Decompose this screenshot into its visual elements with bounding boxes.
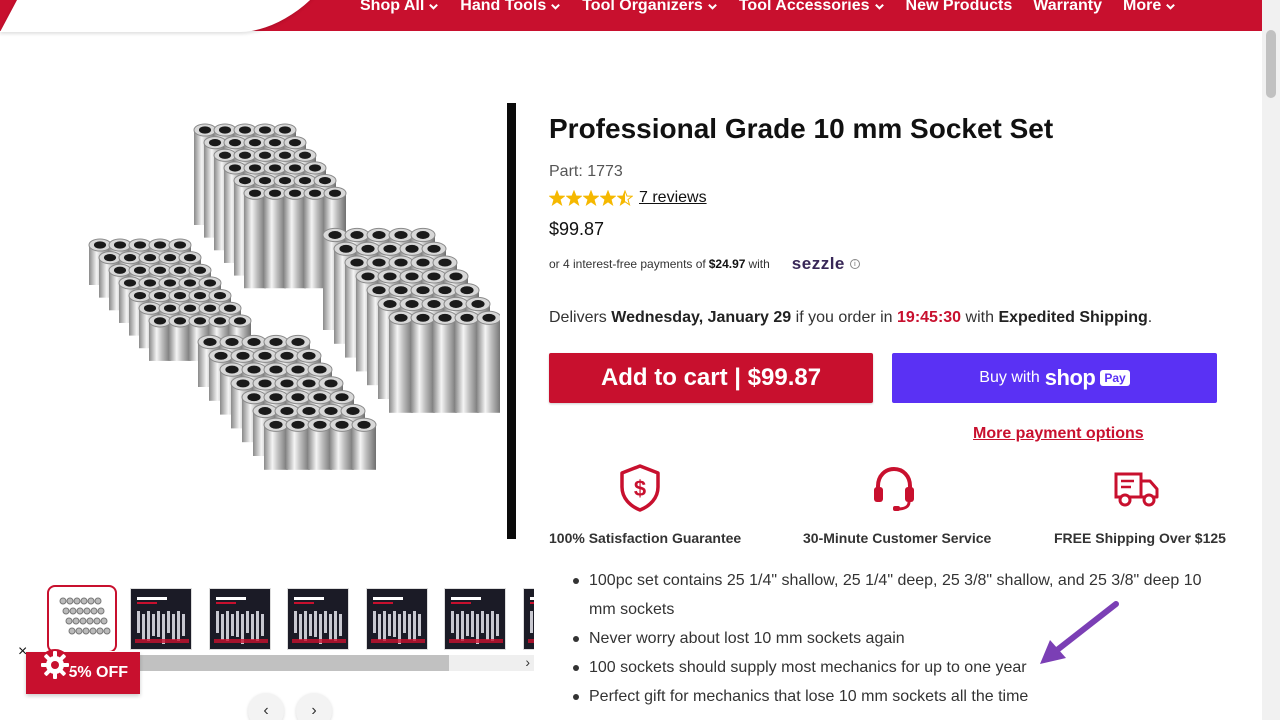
gear-icon[interactable] [38, 648, 72, 682]
product-rating: 7 reviews [549, 189, 707, 207]
nav-item-hand-tools[interactable]: Hand Tools [460, 0, 561, 15]
delivery-estimate: Delivers Wednesday, January 29 if you or… [549, 309, 1152, 327]
shop-pay-button[interactable]: Buy with shop Pay [892, 353, 1217, 403]
chevron-down-icon [874, 3, 884, 10]
nav-label: New Products [905, 0, 1013, 14]
part-number: Part: 1773 [549, 163, 623, 180]
delivery-mid: if you order in [795, 309, 893, 326]
delivery-method: Expedited Shipping [998, 309, 1148, 326]
chevron-down-icon [1166, 3, 1176, 10]
delivery-countdown: 19:45:30 [897, 309, 962, 326]
delivery-date: Wednesday, January 29 [611, 309, 792, 326]
logo-area[interactable] [0, 0, 339, 32]
feature-satisfaction: $ 100% Satisfaction Guarantee [549, 463, 742, 546]
product-page: Shop All Hand Tools Tool Organizers Tool… [0, 0, 1280, 720]
top-navbar: Shop All Hand Tools Tool Organizers Tool… [0, 0, 1262, 32]
shop-logo: shop [1044, 365, 1096, 390]
annotation-arrow-icon [1040, 601, 1119, 664]
svg-text:$: $ [634, 476, 646, 501]
product-title: Professional Grade 10 mm Socket Set [549, 113, 1054, 144]
sezzle-logo[interactable]: sezzle [792, 254, 845, 274]
gallery-thumbnail[interactable] [365, 588, 428, 650]
nav-label: Hand Tools [460, 0, 547, 14]
delivery-with: with [965, 309, 994, 326]
chevron-right-icon[interactable]: › [525, 654, 530, 670]
buy-with-label: Buy with [979, 369, 1040, 386]
nav-label: Tool Organizers [582, 0, 703, 14]
gallery-thumbnail[interactable] [130, 588, 192, 650]
nav-label: Warranty [1033, 0, 1102, 14]
shield-dollar-icon: $ [620, 464, 660, 512]
nav-item-tool-accessories[interactable]: Tool Accessories [739, 0, 885, 15]
installments-prefix: or 4 interest-free payments of [549, 257, 706, 271]
gallery-thumbnail[interactable] [287, 588, 349, 650]
nav-item-more[interactable]: More [1123, 0, 1176, 15]
chevron-down-icon [707, 3, 717, 10]
gallery-prev-button[interactable]: ‹ [248, 693, 284, 720]
feature-customer-service: 30-Minute Customer Service [803, 463, 992, 546]
gallery-next-button[interactable]: › [296, 693, 332, 720]
gallery-thumbnail[interactable] [444, 588, 506, 650]
pay-pill: Pay [1100, 370, 1130, 386]
discount-close-button[interactable]: × [18, 643, 27, 661]
feature-label: 30-Minute Customer Service [803, 530, 992, 546]
socket-block [322, 227, 500, 413]
delivery-end: . [1147, 309, 1153, 326]
star-icon [617, 190, 633, 206]
add-to-cart-button[interactable]: Add to cart | $99.87 [549, 353, 873, 403]
installments-suffix: with [748, 257, 770, 271]
list-item: Never worry about lost 10 mm sockets aga… [573, 624, 1219, 653]
feature-label: 100% Satisfaction Guarantee [549, 530, 742, 546]
nav-label: Tool Accessories [738, 0, 870, 14]
page-scrollbar[interactable] [1262, 0, 1280, 720]
chevron-down-icon [551, 3, 561, 10]
star-icon [583, 190, 599, 206]
nav-item-new-products[interactable]: New Products [906, 0, 1013, 15]
chevron-down-icon [429, 3, 439, 10]
feature-label: FREE Shipping Over $125 [1054, 530, 1226, 546]
delivery-prefix: Delivers [549, 309, 607, 326]
installments-amount: $24.97 [708, 257, 746, 271]
star-icon [549, 190, 565, 206]
gallery-divider [507, 103, 516, 539]
headset-icon [874, 466, 914, 511]
chevron-left-icon: ‹ [263, 702, 269, 719]
gallery-thumbnail[interactable] [522, 588, 534, 650]
nav-menu: Shop All Hand Tools Tool Organizers Tool… [360, 0, 1176, 15]
list-item: 100 sockets should supply most mechanics… [573, 653, 1219, 682]
star-rating [549, 190, 633, 206]
thumbnail-strip [47, 585, 534, 651]
discount-label: 5% OFF [68, 664, 128, 681]
list-item: Perfect gift for mechanics that lose 10 … [573, 682, 1219, 711]
nav-label: Shop All [360, 0, 425, 14]
feature-free-shipping: FREE Shipping Over $125 [1054, 463, 1226, 546]
nav-item-tool-organizers[interactable]: Tool Organizers [582, 0, 718, 15]
scrollbar-thumb[interactable] [1266, 30, 1276, 98]
nav-label: More [1123, 0, 1162, 14]
product-main-image[interactable] [60, 110, 500, 540]
reviews-link[interactable]: 7 reviews [639, 189, 707, 207]
nav-item-shop-all[interactable]: Shop All [360, 0, 439, 15]
star-icon [600, 190, 616, 206]
installments-info: or 4 interest-free payments of $24.97 wi… [549, 254, 860, 274]
chevron-right-icon: › [311, 702, 317, 719]
thumbnail-scrollbar-thumb[interactable] [137, 655, 449, 671]
nav-item-warranty[interactable]: Warranty [1033, 0, 1102, 15]
features-row: $ 100% Satisfaction Guarantee 30-Minute … [549, 463, 1226, 553]
delivery-truck-icon [1114, 472, 1158, 507]
list-item: 100pc set contains 25 1/4" shallow, 25 1… [573, 566, 1219, 624]
gallery-thumbnail[interactable] [208, 588, 271, 650]
more-payment-options-link[interactable]: More payment options [973, 425, 1144, 443]
gallery-thumbnail[interactable] [47, 585, 117, 651]
product-price: $99.87 [549, 219, 605, 239]
star-icon [566, 190, 582, 206]
info-icon[interactable]: i [849, 259, 860, 269]
product-bullets: 100pc set contains 25 1/4" shallow, 25 1… [573, 566, 1219, 711]
